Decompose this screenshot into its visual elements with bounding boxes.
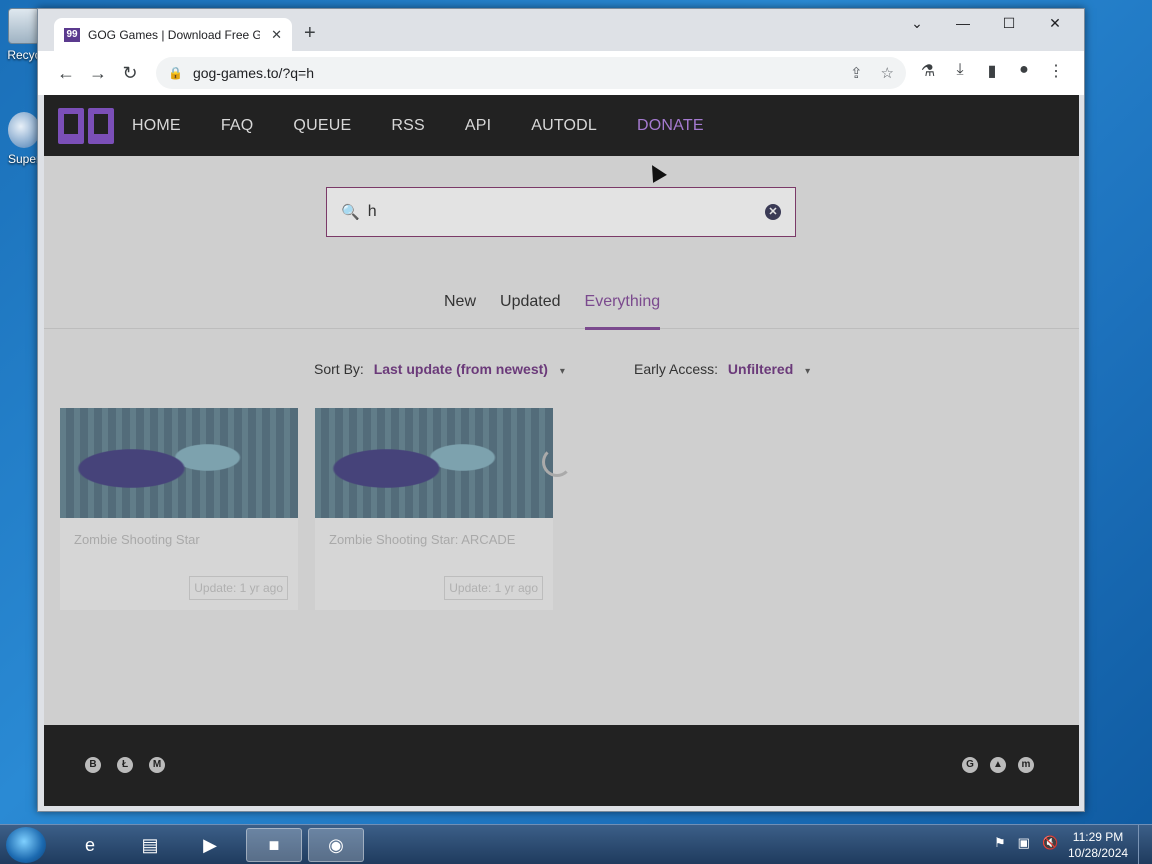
tab-title: GOG Games | Download Free GOG (88, 27, 260, 42)
sort-value: Last update (from newest) (373, 361, 548, 377)
nav-donate[interactable]: DONATE (637, 117, 704, 135)
game-thumbnail (315, 408, 553, 518)
monero-icon[interactable]: M (149, 757, 165, 773)
nav-rss[interactable]: RSS (391, 117, 425, 135)
clear-search-icon[interactable]: ✕ (765, 204, 781, 220)
share-icon[interactable]: ⇪ (850, 64, 863, 82)
tab-updated[interactable]: Updated (500, 293, 561, 311)
forward-arrow-icon[interactable]: → (82, 63, 114, 84)
bitcoin-icon[interactable]: B (85, 757, 101, 773)
logo-glyph-left (58, 107, 84, 144)
bookmark-star-icon[interactable]: ☆ (881, 64, 894, 82)
tab-search-chevron-icon[interactable]: ⌄ (902, 15, 932, 32)
recycle-bin-icon (8, 8, 40, 44)
new-tab-button[interactable]: + (304, 22, 316, 45)
game-card[interactable]: Zombie Shooting Star: ARCADE Update: 1 y… (315, 408, 553, 610)
search-value: h (367, 203, 377, 220)
favicon: 99 (64, 27, 80, 42)
flame-icon[interactable]: ▲ (990, 757, 1006, 773)
side-panel-icon[interactable]: ▮ (982, 61, 1002, 81)
toolbox-app-icon[interactable]: ■ (246, 828, 302, 862)
back-arrow-icon[interactable]: ← (50, 63, 82, 84)
internet-explorer-icon[interactable]: e (62, 828, 118, 862)
github-icon[interactable]: G (962, 757, 978, 773)
close-window-button[interactable]: ✕ (1040, 15, 1070, 32)
address-bar[interactable]: 🔒 gog-games.to/?q=h ⇪ ☆ (156, 57, 906, 89)
download-icon[interactable]: ⤓ (950, 61, 970, 81)
desktop-icon-label: Super (7, 152, 41, 166)
chevron-down-icon: ▾ (805, 366, 811, 377)
nav-faq[interactable]: FAQ (221, 117, 254, 135)
clock-date: 10/28/2024 (1068, 846, 1129, 860)
desktop-icon-label: Recyc (7, 48, 41, 62)
early-access-value: Unfiltered (727, 361, 794, 377)
search-input[interactable]: 🔍 h ✕ (326, 187, 796, 237)
site-logo[interactable] (58, 106, 114, 146)
reload-icon[interactable]: ↻ (114, 63, 146, 84)
tab-strip: 99 GOG Games | Download Free GOG ✕ + ⌄ —… (38, 9, 1084, 51)
game-card[interactable]: Zombie Shooting Star Update: 1 yr ago (60, 408, 298, 610)
early-access-label: Early Access: (634, 361, 719, 377)
media-player-icon[interactable]: ▶ (182, 828, 238, 862)
maximize-button[interactable]: ☐ (994, 15, 1024, 32)
sort-label: Sort By: (314, 361, 364, 377)
filter-tabs: New Updated Everything (44, 275, 1079, 330)
chrome-browser-icon[interactable]: ◉ (308, 828, 364, 862)
search-icon: 🔍 (341, 204, 360, 221)
litecoin-icon[interactable]: Ł (117, 757, 133, 773)
browser-toolbar: ← → ↻ 🔒 gog-games.to/?q=h ⇪ ☆ ⚗ ⤓ ▮ ● ⋮ (38, 51, 1084, 95)
logo-glyph-right (88, 107, 114, 144)
minimize-button[interactable]: — (948, 15, 978, 31)
app-globe-icon (8, 112, 40, 148)
lock-icon[interactable]: 🔒 (168, 66, 183, 80)
nav-home[interactable]: HOME (132, 117, 181, 135)
nav-autodl[interactable]: AUTODL (531, 117, 597, 135)
show-desktop-button[interactable] (1138, 825, 1152, 864)
clock-time: 11:29 PM (1072, 830, 1124, 844)
url-text: gog-games.to/?q=h (192, 65, 314, 81)
file-explorer-icon[interactable]: ▤ (122, 828, 178, 862)
nav-api[interactable]: API (465, 117, 491, 135)
chevron-down-icon: ▾ (559, 366, 565, 377)
volume-muted-icon[interactable]: 🔇 (1042, 835, 1058, 851)
profile-avatar-icon[interactable]: ● (1014, 61, 1034, 81)
loading-spinner (542, 447, 572, 477)
system-tray: ⚑ ▣ 🔇 (994, 835, 1058, 851)
nav-queue[interactable]: QUEUE (293, 117, 351, 135)
web-page: HOME FAQ QUEUE RSS API AUTODL DONATE 🔍 h… (44, 95, 1079, 806)
game-thumbnail (60, 408, 298, 518)
taskbar: e ▤ ▶ ■ ◉ ⚑ ▣ 🔇 11:29 PM 10/28/2024 (0, 824, 1152, 864)
early-access-dropdown[interactable]: Early Access: Unfiltered ▾ (634, 361, 810, 377)
site-footer: B Ł M G ▲ m (44, 725, 1079, 806)
browser-window: 99 GOG Games | Download Free GOG ✕ + ⌄ —… (37, 8, 1085, 812)
sort-dropdown[interactable]: Sort By: Last update (from newest) ▾ (314, 361, 565, 377)
update-badge: Update: 1 yr ago (444, 576, 543, 600)
flag-icon[interactable]: ⚑ (994, 835, 1006, 851)
mastodon-icon[interactable]: m (1018, 757, 1034, 773)
browser-tab[interactable]: 99 GOG Games | Download Free GOG ✕ (54, 18, 292, 51)
site-navbar: HOME FAQ QUEUE RSS API AUTODL DONATE (44, 95, 1079, 156)
game-title: Zombie Shooting Star (74, 532, 200, 547)
update-badge: Update: 1 yr ago (189, 576, 288, 600)
start-button[interactable] (6, 827, 46, 863)
network-icon[interactable]: ▣ (1018, 835, 1030, 851)
labs-flask-icon[interactable]: ⚗ (918, 61, 938, 81)
clock[interactable]: 11:29 PM 10/28/2024 (1068, 829, 1128, 861)
game-title: Zombie Shooting Star: ARCADE (329, 532, 516, 547)
tab-everything[interactable]: Everything (584, 293, 660, 330)
menu-kebab-icon[interactable]: ⋮ (1046, 61, 1066, 81)
tab-close-icon[interactable]: ✕ (271, 27, 282, 43)
tab-new[interactable]: New (444, 293, 476, 311)
